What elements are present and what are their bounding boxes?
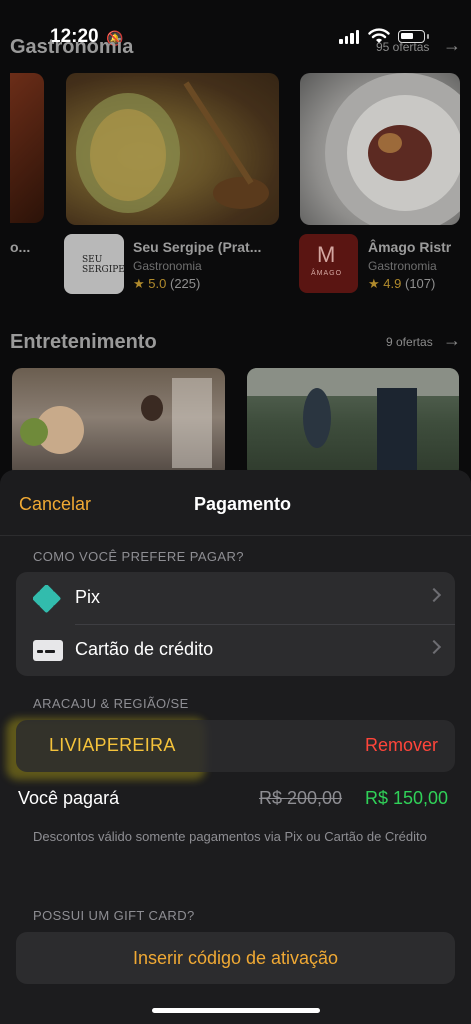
discount-note: Descontos válido somente pagamentos via …	[33, 829, 427, 844]
sheet-title: Pagamento	[193, 494, 292, 514]
original-price: R$ 200,00	[259, 788, 343, 808]
star-icon: ★	[368, 276, 380, 291]
offer-image-yoga[interactable]	[12, 368, 225, 478]
you-pay-label: Você pagará	[18, 788, 120, 808]
payment-method-label: Cartão de crédito	[75, 639, 214, 659]
section-count-entretenimento[interactable]: 9 ofertas	[386, 335, 433, 349]
section-title-gastronomia: Gastronomia	[10, 36, 134, 58]
coupon-code: LIVIAPEREIRA	[49, 735, 176, 755]
venue-name-seu-sergipe: Seu Sergipe (Prat...	[133, 239, 262, 255]
arrow-right-icon[interactable]: →	[443, 330, 461, 351]
pix-icon	[33, 585, 61, 613]
coupon-row: LIVIAPEREIRA Remover	[16, 720, 455, 772]
region-caption: ARACAJU & REGIÃO/SE	[33, 696, 189, 711]
venue-name-partial: o...	[10, 239, 31, 255]
venue-category: Gastronomia	[133, 259, 202, 273]
payment-method-label: Pix	[75, 587, 101, 607]
cellular-signal-icon	[339, 30, 359, 44]
offer-image-partial[interactable]	[10, 73, 44, 223]
payment-method-credit-card[interactable]: Cartão de crédito	[16, 624, 455, 676]
section-count-gastronomia[interactable]: 95 ofertas	[376, 40, 429, 54]
insert-activation-code-button[interactable]: Inserir código de ativação	[16, 932, 455, 984]
credit-card-icon	[33, 640, 63, 661]
divider	[0, 535, 471, 536]
remove-coupon-button[interactable]: Remover	[365, 735, 438, 756]
chevron-right-icon	[426, 639, 442, 655]
venue-category: Gastronomia	[368, 259, 437, 273]
discounted-price: R$ 150,00	[365, 788, 449, 808]
gift-card-caption: POSSUI UM GIFT CARD?	[33, 908, 195, 923]
offer-image-amago[interactable]	[300, 73, 460, 225]
venue-rating: ★ 5.0 (225)	[133, 276, 201, 291]
venue-rating: ★ 4.9 (107)	[368, 276, 436, 291]
payment-method-caption: COMO VOCÊ PREFERE PAGAR?	[33, 549, 244, 564]
venue-name-amago: Âmago Ristr	[368, 239, 452, 255]
arrow-right-icon[interactable]: →	[443, 35, 461, 56]
payment-methods-group: Pix Cartão de crédito	[16, 572, 455, 676]
venue-logo-seu-sergipe: SEU SERGIPE	[64, 234, 125, 294]
section-title-entretenimento: Entretenimento	[10, 331, 157, 353]
chevron-right-icon	[426, 587, 442, 603]
payment-method-pix[interactable]: Pix	[16, 572, 455, 625]
venue-logo-amago: ÂMAGO M	[299, 234, 358, 293]
star-icon: ★	[133, 276, 145, 291]
offer-image-seu-sergipe[interactable]	[66, 73, 279, 225]
home-indicator[interactable]	[152, 1008, 320, 1013]
payment-sheet: Cancelar Pagamento COMO VOCÊ PREFERE PAG…	[0, 470, 471, 1024]
offer-image-fight[interactable]	[247, 368, 459, 478]
